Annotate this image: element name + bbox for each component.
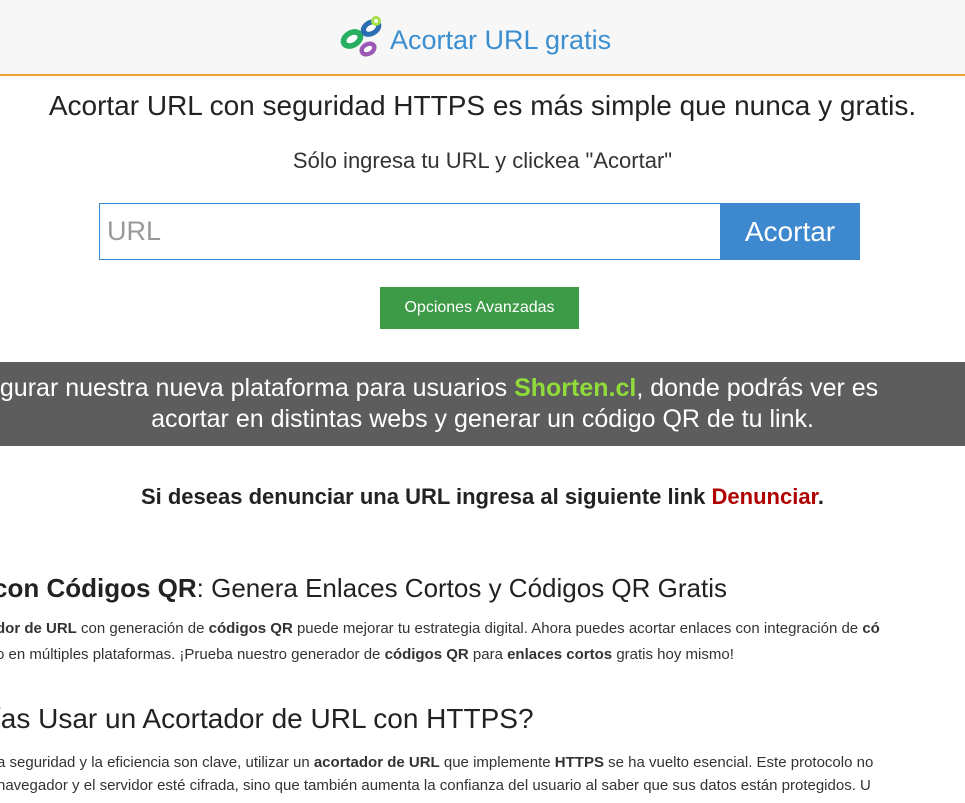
text-run: con generación de — [76, 620, 209, 637]
https-paragraph-line-1: a seguridad y la eficiencia son clave, u… — [0, 754, 873, 771]
text-run: a seguridad y la eficiencia son clave, u… — [0, 754, 314, 771]
text-run: que implemente — [439, 754, 555, 771]
text-run: códigos QR — [208, 620, 293, 637]
article-content: con Códigos QR: Genera Enlaces Cortos y … — [0, 0, 965, 803]
text-run: para — [468, 646, 508, 663]
text-run: códigos QR — [384, 646, 469, 663]
text-run: enlaces cortos — [507, 646, 613, 663]
qr-section-title: con Códigos QR: Genera Enlaces Cortos y … — [0, 573, 727, 604]
text-run: acortador de URL — [313, 754, 440, 771]
text-run: se ha vuelto esencial. Este protocolo no — [603, 754, 874, 771]
qr-paragraph-line-1: dor de URL con generación de códigos QR … — [0, 620, 880, 637]
text-run: có — [862, 620, 880, 637]
qr-title-rest: : Genera Enlaces Cortos y Códigos QR Gra… — [196, 573, 727, 603]
text-run: dor de URL — [0, 620, 77, 637]
text-run: HTTPS — [554, 754, 604, 771]
text-run: o en múltiples plataformas. ¡Prueba nues… — [0, 646, 385, 663]
https-paragraph-line-2: navegador y el servidor esté cifrada, si… — [0, 777, 871, 794]
qr-paragraph-line-2: o en múltiples plataformas. ¡Prueba nues… — [0, 646, 734, 663]
https-section-title: ías Usar un Acortador de URL con HTTPS? — [0, 703, 534, 734]
qr-title-bold: con Códigos QR — [0, 573, 197, 603]
text-run: gratis hoy mismo! — [612, 646, 734, 663]
text-run: puede mejorar tu estrategia digital. Aho… — [292, 620, 863, 637]
